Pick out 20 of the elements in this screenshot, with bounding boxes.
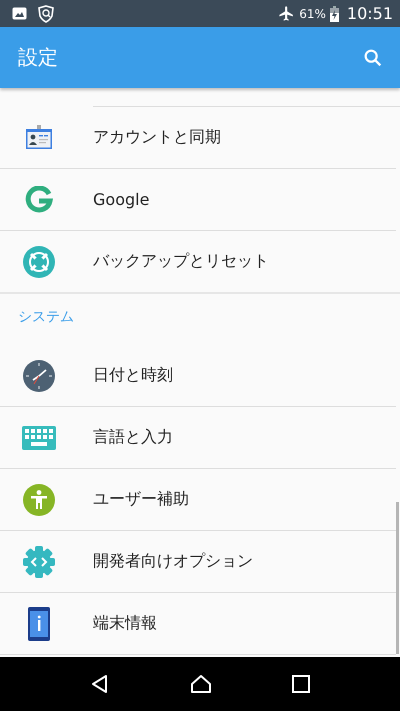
id-card-icon — [24, 124, 52, 152]
section-header: システム — [18, 308, 74, 326]
lifebuoy-icon — [22, 246, 54, 278]
phone-info-icon — [28, 606, 50, 640]
accessibility-icon — [22, 484, 54, 516]
keyboard-icon — [22, 426, 56, 450]
app-title: 設定 — [18, 44, 58, 71]
clock-icon — [22, 360, 54, 392]
square-icon — [292, 675, 310, 693]
image-icon — [12, 7, 27, 20]
shield-icon — [38, 4, 54, 22]
g-letter-icon — [24, 186, 52, 214]
battery-percent: 61% — [299, 6, 326, 20]
back-triangle-icon — [90, 674, 110, 694]
clock-time: 10:51 — [346, 4, 393, 23]
battery-charging-icon — [330, 6, 339, 22]
home-icon — [190, 674, 212, 694]
gear-code-icon — [22, 544, 56, 578]
search-icon — [362, 46, 384, 68]
airplane-icon — [278, 5, 296, 22]
